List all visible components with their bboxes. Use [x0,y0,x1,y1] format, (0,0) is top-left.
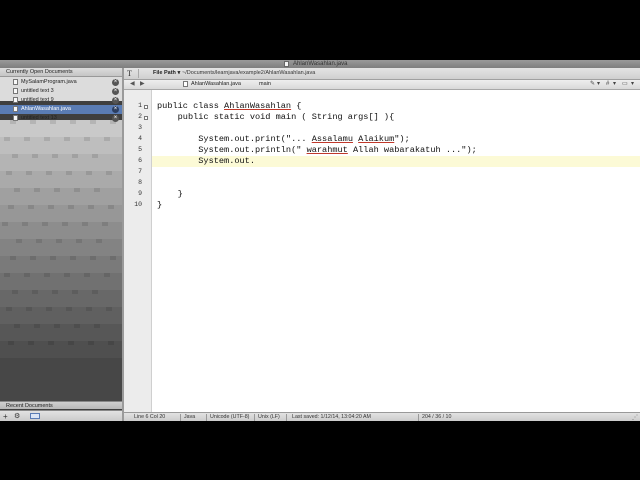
file-icon [183,81,188,87]
line-number: 9 [138,190,142,197]
document-name: untitled text 3 [21,88,54,94]
document-icon [284,61,289,67]
code-editor[interactable]: public class AhlanWasahlan { public stat… [152,90,640,412]
line-number: 5 [138,146,142,153]
chevron-down-icon[interactable]: ▾ [631,80,634,89]
code-line-current: System.out. [152,156,640,167]
line-number: 1 [138,102,142,109]
plus-icon[interactable]: + [3,412,8,421]
code-line: System.out.println(" warahmut Allah waba… [157,145,477,155]
file-icon [13,88,18,94]
line-number-gutter: 1 2 3 4 5 6 7 8 9 10 [124,90,152,412]
split-view-icon[interactable]: ▭ [622,80,628,89]
document-item[interactable]: MySalamProgram.java × [0,78,122,87]
navigation-bar: ◀ ▶ AhlanWasahlan.java main ✎ ▾ # ▾ ▭ ▾ [124,80,640,90]
resize-grip-icon[interactable]: ⋰ [632,414,638,421]
open-documents-header: Currently Open Documents [0,68,122,77]
encoding-menu[interactable]: Unicode (UTF-8) [210,413,249,421]
navbar-file-menu[interactable]: AhlanWasahlan.java [191,80,241,89]
document-item[interactable]: untitled text 13 × [0,114,122,123]
file-path: : ~/Documents/learnjava/example2/AhlanWa… [179,70,316,76]
close-icon[interactable]: × [112,115,119,122]
chevron-down-icon[interactable]: ▾ [597,80,600,89]
code-line: } [157,200,163,210]
language-menu[interactable]: Java [184,413,195,421]
document-item-selected[interactable]: AhlanWasahlan.java × [0,105,122,114]
editor-window: AhlanWasahlan.java Currently Open Docume… [0,60,640,421]
close-icon[interactable]: × [112,79,119,86]
code-line: System.out.print("... Assalamu Alaikum")… [157,134,410,144]
line-number: 6 [138,157,142,164]
sidebar-toolbar: + ⚙ [0,410,122,421]
status-bar: Line 6 Col 20 Java Unicode (UTF-8) Unix … [124,412,640,421]
window-title: AhlanWasahlan.java [293,61,348,67]
file-icon [13,79,18,85]
file-icon [13,115,18,121]
gear-icon[interactable]: ⚙ [14,412,20,421]
editor-area: T File Path ▾ : ~/Documents/learnjava/ex… [124,68,640,421]
file-icon [13,106,18,112]
sidebar-toggle-icon[interactable] [30,413,40,419]
code-line: public class AhlanWasahlan { [157,101,302,111]
chevron-down-icon[interactable]: ▾ [613,80,616,89]
code-line: public static void main ( String args[] … [157,112,395,122]
text-options-icon[interactable]: T [127,68,132,79]
document-item[interactable]: untitled text 9 × [0,96,122,105]
back-arrow-icon[interactable]: ◀ [130,80,135,89]
line-number: 10 [134,201,142,208]
document-name: untitled text 9 [21,97,54,103]
document-name: AhlanWasahlan.java [21,106,71,112]
cursor-position[interactable]: Line 6 Col 20 [134,413,165,421]
document-name: untitled text 13 [21,115,57,121]
sidebar: Currently Open Documents MySalamProgram.… [0,68,122,421]
close-icon[interactable]: × [112,97,119,104]
fold-icon[interactable] [144,105,148,109]
recent-documents-header[interactable]: Recent Documents [0,401,122,409]
document-item[interactable]: untitled text 3 × [0,87,122,96]
line-number: 8 [138,179,142,186]
pencil-icon[interactable]: ✎ [590,80,595,89]
last-saved: Last saved: 1/12/14, 13:04:20 AM [292,414,371,420]
line-number: 3 [138,124,142,131]
open-documents-list: MySalamProgram.java × untitled text 3 × … [0,78,122,123]
forward-arrow-icon[interactable]: ▶ [140,80,145,89]
navbar-symbol-menu[interactable]: main [259,80,271,89]
path-bar: T File Path ▾ : ~/Documents/learnjava/ex… [124,68,640,80]
line-number: 4 [138,135,142,142]
file-icon [13,97,18,103]
close-icon[interactable]: × [112,88,119,95]
document-stats: 204 / 36 / 10 [422,414,452,420]
code-line: } [157,189,183,199]
document-name: MySalamProgram.java [21,79,77,85]
line-number: 7 [138,168,142,175]
title-bar: AhlanWasahlan.java [0,60,640,68]
line-number: 2 [138,113,142,120]
line-endings-menu[interactable]: Unix (LF) [258,413,280,421]
close-icon[interactable]: × [112,106,119,113]
hash-icon[interactable]: # [606,80,609,89]
file-path-label[interactable]: File Path ▾ [153,68,180,79]
fold-icon[interactable] [144,116,148,120]
